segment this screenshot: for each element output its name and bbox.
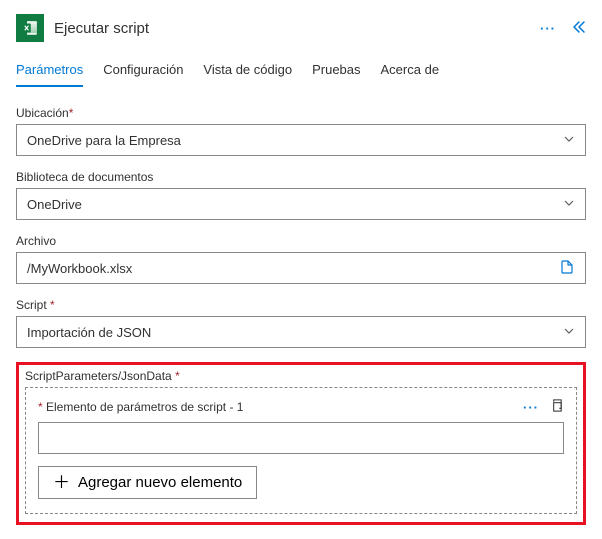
panel-title: Ejecutar script bbox=[54, 20, 530, 37]
param-array-container: * Elemento de parámetros de script - 1 ·… bbox=[25, 387, 577, 514]
file-value: /MyWorkbook.xlsx bbox=[27, 261, 132, 276]
param-section-label: ScriptParameters/JsonData * bbox=[25, 369, 577, 383]
library-label: Biblioteca de documentos bbox=[16, 170, 586, 184]
plus-icon: ＋ bbox=[53, 474, 70, 491]
library-value: OneDrive bbox=[27, 197, 82, 212]
add-element-button[interactable]: ＋ Agregar nuevo elemento bbox=[38, 466, 257, 499]
param-item-input[interactable] bbox=[38, 422, 564, 454]
excel-icon bbox=[16, 14, 44, 42]
file-input[interactable]: /MyWorkbook.xlsx bbox=[16, 252, 586, 284]
location-value: OneDrive para la Empresa bbox=[27, 133, 181, 148]
more-actions-icon[interactable]: ··· bbox=[540, 21, 556, 36]
tab-parametros[interactable]: Parámetros bbox=[16, 62, 83, 87]
collapse-icon[interactable] bbox=[570, 19, 586, 38]
param-item-label: * Elemento de parámetros de script - 1 bbox=[38, 400, 243, 414]
location-select[interactable]: OneDrive para la Empresa bbox=[16, 124, 586, 156]
copy-icon[interactable] bbox=[549, 398, 564, 416]
file-picker-icon[interactable] bbox=[559, 259, 575, 278]
location-label: Ubicación* bbox=[16, 106, 586, 120]
script-label: Script * bbox=[16, 298, 586, 312]
tabs-bar: Parámetros Configuración Vista de código… bbox=[16, 62, 586, 88]
highlighted-section: ScriptParameters/JsonData * * Elemento d… bbox=[16, 362, 586, 525]
chevron-down-icon bbox=[563, 325, 575, 340]
file-label: Archivo bbox=[16, 234, 586, 248]
script-value: Importación de JSON bbox=[27, 325, 151, 340]
tab-acerca-de[interactable]: Acerca de bbox=[381, 62, 440, 87]
chevron-down-icon bbox=[563, 133, 575, 148]
param-item-more-icon[interactable]: ··· bbox=[523, 400, 539, 415]
add-element-label: Agregar nuevo elemento bbox=[78, 474, 242, 491]
chevron-down-icon bbox=[563, 197, 575, 212]
library-select[interactable]: OneDrive bbox=[16, 188, 586, 220]
tab-vista-codigo[interactable]: Vista de código bbox=[203, 62, 292, 87]
tab-configuracion[interactable]: Configuración bbox=[103, 62, 183, 87]
tab-pruebas[interactable]: Pruebas bbox=[312, 62, 360, 87]
script-select[interactable]: Importación de JSON bbox=[16, 316, 586, 348]
